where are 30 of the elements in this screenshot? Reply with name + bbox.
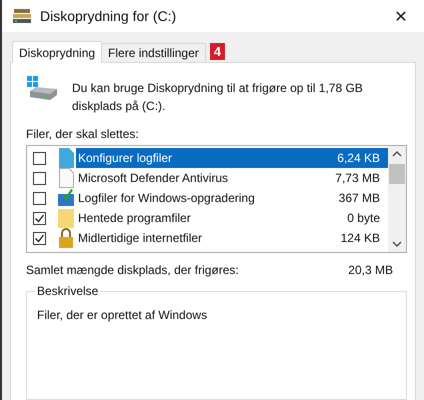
info-text: Du kan bruge Diskoprydning til at frigøre op til 1,78 GB diskplads på (C:). [72, 80, 364, 115]
folder-icon [58, 208, 74, 228]
document-icon [58, 148, 74, 168]
file-item[interactable]: Konfigurer logfiler 6,24 KB [76, 148, 388, 168]
group-title: Beskrivelse [35, 284, 100, 298]
drive-icon [26, 75, 58, 101]
description-text: Filer, der er oprettet af Windows [37, 308, 208, 322]
lock-icon [58, 228, 74, 248]
checkbox[interactable] [33, 172, 46, 184]
update-icon [58, 188, 74, 208]
checkbox[interactable] [33, 152, 46, 164]
disk-cleanup-icon [12, 8, 32, 24]
scroll-thumb[interactable] [389, 164, 405, 184]
files-label: Filer, der skal slettes: [26, 127, 140, 141]
document-icon [58, 168, 74, 188]
total-value: 20,3 MB [348, 263, 393, 277]
file-item[interactable]: Microsoft Defender Antivirus 7,73 MB [76, 168, 388, 188]
checkbox[interactable] [33, 232, 46, 244]
close-button[interactable]: ✕ [378, 0, 424, 32]
tab[interactable]: Diskoprydning [12, 41, 102, 63]
step-badge: 4 [210, 43, 225, 60]
checkbox[interactable] [33, 212, 46, 224]
file-item[interactable]: Logfiler for Windows-opgradering 367 MB [76, 188, 388, 208]
file-item[interactable]: Midlertidige internetfiler 124 KB [76, 228, 388, 248]
tab[interactable]: Flere indstillinger [101, 43, 206, 62]
scrollbar[interactable] [388, 146, 406, 252]
checkbox[interactable] [33, 192, 46, 204]
total-label: Samlet mængde diskplads, der frigøres: [26, 263, 239, 277]
file-item[interactable]: Hentede programfiler 0 byte [76, 208, 388, 228]
window-title: Diskoprydning for (C:) [40, 8, 178, 24]
